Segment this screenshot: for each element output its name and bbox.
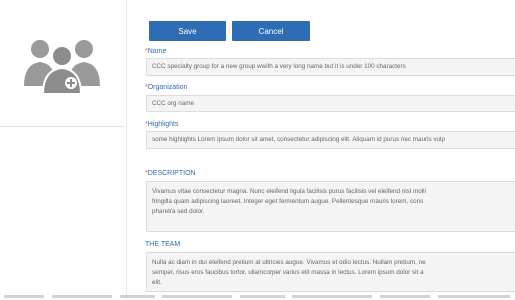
description-textarea[interactable]: Vivamus vitae consectetur magna. Nunc el… bbox=[146, 181, 515, 232]
organization-label: *Organization bbox=[145, 84, 188, 91]
left-panel bbox=[0, 0, 125, 300]
team-label: THE TEAM bbox=[145, 241, 181, 248]
description-label: *DESCRIPTION bbox=[145, 170, 196, 177]
cancel-button[interactable]: Cancel bbox=[232, 21, 310, 41]
highlights-label: *Highlights bbox=[145, 121, 179, 128]
save-button[interactable]: Save bbox=[149, 21, 226, 41]
group-add-icon bbox=[20, 36, 104, 96]
team-textarea[interactable]: Nulla ac diam in dui eleifend pretium at… bbox=[146, 252, 515, 292]
group-form: Save Cancel *Name CCC specialty group fo… bbox=[145, 0, 515, 300]
name-label: *Name bbox=[145, 48, 167, 55]
left-divider bbox=[0, 126, 125, 127]
organization-field[interactable]: CCC org name bbox=[146, 95, 515, 112]
cut-off-content bbox=[0, 294, 515, 300]
name-field[interactable]: CCC specialty group for a new group wwit… bbox=[146, 58, 515, 76]
panel-separator bbox=[126, 0, 127, 300]
highlights-field[interactable]: some highlights Lorem ipsum dolor sit am… bbox=[146, 131, 515, 149]
